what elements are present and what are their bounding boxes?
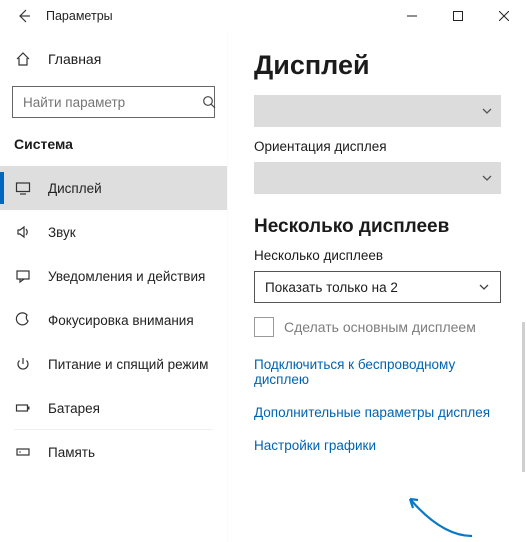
nav-item-storage[interactable]: Память [0, 430, 227, 474]
window-title: Параметры [46, 9, 113, 23]
nav-list: Дисплей Звук Уведомления и действия [0, 166, 227, 474]
checkbox-label: Сделать основным дисплеем [284, 319, 476, 335]
nav-item-focus-assist[interactable]: Фокусировка внимания [0, 298, 227, 342]
sound-icon [14, 223, 32, 241]
minimize-icon [407, 11, 417, 21]
storage-icon [14, 443, 32, 461]
close-icon [499, 11, 509, 21]
orientation-label: Ориентация дисплея [254, 139, 501, 154]
nav-item-label: Фокусировка внимания [48, 313, 213, 328]
checkbox-box [254, 317, 274, 337]
titlebar: Параметры [0, 0, 527, 32]
nav-item-label: Дисплей [48, 181, 213, 196]
dropdown-value: Показать только на 2 [265, 280, 478, 295]
focus-assist-icon [14, 311, 32, 329]
nav-item-label: Батарея [48, 401, 213, 416]
nav-item-power[interactable]: Питание и спящий режим [0, 342, 227, 386]
sidebar-section-label: Система [0, 132, 227, 166]
display-icon [14, 179, 32, 197]
nav-item-label: Уведомления и действия [48, 269, 213, 284]
sidebar: Главная Система Дисплей [0, 32, 228, 542]
nav-item-label: Звук [48, 225, 213, 240]
annotation-arrow [402, 491, 482, 541]
chevron-down-icon [481, 105, 493, 117]
window-controls [389, 0, 527, 32]
nav-home-label: Главная [48, 51, 101, 67]
nav-item-battery[interactable]: Батарея [0, 386, 227, 430]
link-advanced-display[interactable]: Дополнительные параметры дисплея [254, 405, 501, 420]
dropdown-unknown-1[interactable] [254, 95, 501, 127]
notifications-icon [14, 267, 32, 285]
search-box[interactable] [12, 86, 215, 118]
dropdown-multi-displays[interactable]: Показать только на 2 [254, 271, 501, 303]
content-pane: Дисплей Ориентация дисплея Несколько дис… [228, 32, 527, 542]
nav-item-display[interactable]: Дисплей [0, 166, 227, 210]
battery-icon [14, 399, 32, 417]
search-input[interactable] [21, 94, 202, 111]
minimize-button[interactable] [389, 0, 435, 32]
multi-displays-heading: Несколько дисплеев [254, 216, 501, 238]
home-icon [14, 50, 32, 68]
dropdown-orientation[interactable] [254, 162, 501, 194]
multi-displays-label: Несколько дисплеев [254, 248, 501, 263]
scrollbar[interactable] [522, 322, 525, 472]
nav-home[interactable]: Главная [0, 42, 227, 76]
link-graphics-settings[interactable]: Настройки графики [254, 438, 501, 453]
back-button[interactable] [12, 4, 36, 28]
arrow-left-icon [16, 8, 32, 24]
chevron-down-icon [481, 172, 493, 184]
primary-display-checkbox: Сделать основным дисплеем [254, 317, 501, 337]
maximize-button[interactable] [435, 0, 481, 32]
close-button[interactable] [481, 0, 527, 32]
nav-item-label: Питание и спящий режим [48, 357, 213, 372]
power-icon [14, 355, 32, 373]
nav-item-notifications[interactable]: Уведомления и действия [0, 254, 227, 298]
maximize-icon [453, 11, 463, 21]
page-title: Дисплей [254, 50, 501, 81]
search-icon [202, 95, 216, 109]
nav-item-label: Память [48, 445, 213, 460]
link-wireless-display[interactable]: Подключиться к беспроводному дисплею [254, 357, 501, 387]
nav-item-sound[interactable]: Звук [0, 210, 227, 254]
chevron-down-icon [478, 281, 490, 293]
